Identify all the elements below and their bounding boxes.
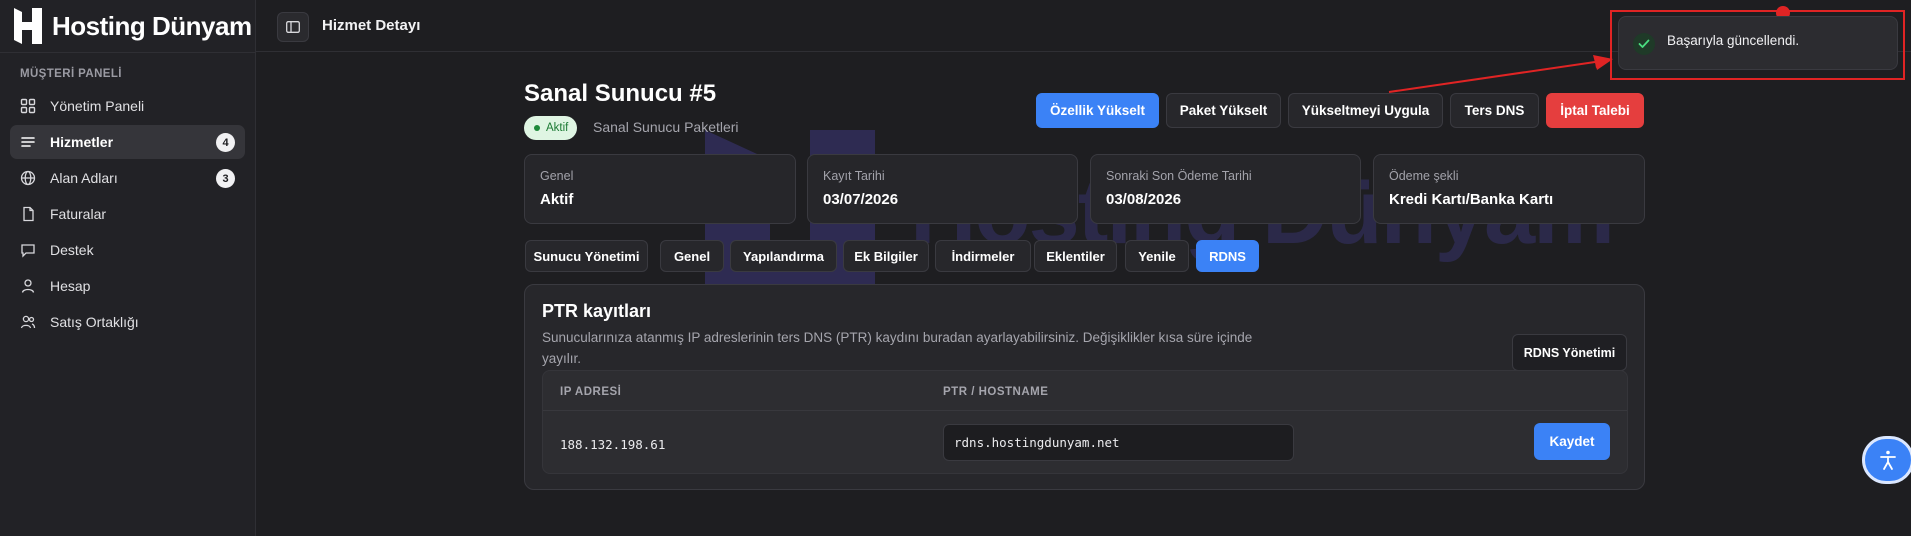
users-icon: [20, 314, 36, 330]
sidebar-item-label: Yönetim Paneli: [50, 98, 145, 114]
count-badge: 3: [216, 169, 235, 188]
sidebar: Hosting Dünyam MÜŞTERİ PANELİ Yönetim Pa…: [0, 0, 256, 536]
sidebar-toggle-button[interactable]: [277, 12, 309, 42]
column-header-hostname: PTR / HOSTNAME: [943, 386, 1049, 398]
sidebar-divider: [0, 52, 256, 53]
panel-title: PTR kayıtları: [542, 301, 652, 321]
list-icon: [20, 134, 36, 150]
info-card-value: Kredi Kartı/Banka Kartı: [1389, 191, 1554, 208]
annotation-arrow: [1388, 55, 1613, 93]
sidebar-item-destek[interactable]: Destek: [10, 233, 245, 267]
file-icon: [20, 206, 36, 222]
sidebar-item-yonetim-paneli[interactable]: Yönetim Paneli: [10, 89, 245, 123]
info-card-label: Genel: [540, 169, 574, 183]
info-card-payment-method: Ödeme şekli Kredi Kartı/Banka Kartı: [1373, 154, 1645, 224]
logo-icon: [14, 8, 42, 44]
sidebar-item-hizmetler[interactable]: Hizmetler 4: [10, 125, 245, 159]
sidebar-item-alan-adlari[interactable]: Alan Adları 3: [10, 161, 245, 195]
grid-icon: [20, 98, 36, 114]
table-header: IP ADRESİ PTR / HOSTNAME: [543, 371, 1627, 411]
toast-message: Başarıyla güncellendi.: [1667, 33, 1800, 48]
save-button[interactable]: Kaydet: [1534, 423, 1610, 460]
ptr-records-panel: PTR kayıtları Sunucularınıza atanmış IP …: [524, 284, 1645, 490]
status-badge: Aktif: [524, 116, 578, 140]
brand-name: Hosting Dünyam: [52, 10, 252, 41]
apply-upgrade-button[interactable]: Yükseltmeyi Uygula: [1288, 93, 1443, 128]
user-icon: [20, 278, 36, 294]
success-toast[interactable]: Başarıyla güncellendi.: [1618, 16, 1898, 70]
info-card-label: Kayıt Tarihi: [823, 169, 885, 183]
brand-logo[interactable]: Hosting Dünyam: [12, 6, 252, 46]
cancel-request-button[interactable]: İptal Talebi: [1546, 93, 1644, 128]
info-card-registration-date: Kayıt Tarihi 03/07/2026: [807, 154, 1078, 224]
info-card-value: 03/08/2026: [1106, 191, 1182, 208]
service-title: Sanal Sunucu #5: [524, 80, 717, 107]
sidebar-nav: Yönetim Paneli Hizmetler 4 Alan Adları 3…: [10, 89, 245, 341]
info-card-value: Aktif: [540, 191, 574, 208]
tab-yapilandirma[interactable]: Yapılandırma: [730, 240, 837, 272]
service-package: Sanal Sunucu Paketleri: [593, 119, 739, 135]
upgrade-features-button[interactable]: Özellik Yükselt: [1036, 93, 1159, 128]
chat-icon: [20, 242, 36, 258]
sidebar-item-label: Hizmetler: [50, 134, 114, 150]
globe-icon: [20, 170, 36, 186]
hostname-input[interactable]: [943, 424, 1294, 461]
tab-indirmeler[interactable]: İndirmeler: [935, 240, 1031, 272]
rdns-management-button[interactable]: RDNS Yönetimi: [1512, 334, 1627, 371]
ip-address: 188.132.198.61: [560, 437, 666, 452]
sidebar-item-label: Satış Ortaklığı: [50, 314, 139, 330]
sidebar-item-label: Faturalar: [50, 206, 107, 222]
header-title: Hizmet Detayı: [322, 17, 421, 34]
sidebar-item-label: Destek: [50, 242, 94, 258]
info-card-next-due-date: Sonraki Son Ödeme Tarihi 03/08/2026: [1090, 154, 1361, 224]
tab-eklentiler[interactable]: Eklentiler: [1034, 240, 1117, 272]
reverse-dns-button[interactable]: Ters DNS: [1450, 93, 1539, 128]
sidebar-section-label: MÜŞTERİ PANELİ: [20, 68, 122, 80]
info-card-general: Genel Aktif: [524, 154, 796, 224]
info-card-label: Sonraki Son Ödeme Tarihi: [1106, 169, 1252, 183]
column-header-ip: IP ADRESİ: [560, 386, 622, 398]
ptr-table: IP ADRESİ PTR / HOSTNAME 188.132.198.61 …: [542, 370, 1628, 474]
accessibility-icon: [1880, 450, 1896, 470]
info-card-label: Ödeme şekli: [1389, 169, 1459, 183]
sidebar-item-satis-ortakligi[interactable]: Satış Ortaklığı: [10, 305, 245, 339]
tab-genel[interactable]: Genel: [660, 240, 724, 272]
panel-description: Sunucularınıza atanmış IP adreslerinin t…: [542, 330, 1253, 366]
upgrade-package-button[interactable]: Paket Yükselt: [1166, 93, 1281, 128]
check-icon: [1633, 33, 1655, 55]
count-badge: 4: [216, 133, 235, 152]
tab-yenile[interactable]: Yenile: [1125, 240, 1189, 272]
accessibility-button[interactable]: [1862, 436, 1911, 484]
sidebar-toggle-icon: [286, 21, 300, 33]
sidebar-item-label: Hesap: [50, 278, 91, 294]
sidebar-item-faturalar[interactable]: Faturalar: [10, 197, 245, 231]
tab-rdns[interactable]: RDNS: [1196, 240, 1259, 272]
sidebar-item-label: Alan Adları: [50, 170, 118, 186]
tab-sunucu-yonetimi[interactable]: Sunucu Yönetimi: [525, 240, 648, 272]
sidebar-item-hesap[interactable]: Hesap: [10, 269, 245, 303]
tab-ek-bilgiler[interactable]: Ek Bilgiler: [843, 240, 929, 272]
info-card-value: 03/07/2026: [823, 191, 899, 208]
